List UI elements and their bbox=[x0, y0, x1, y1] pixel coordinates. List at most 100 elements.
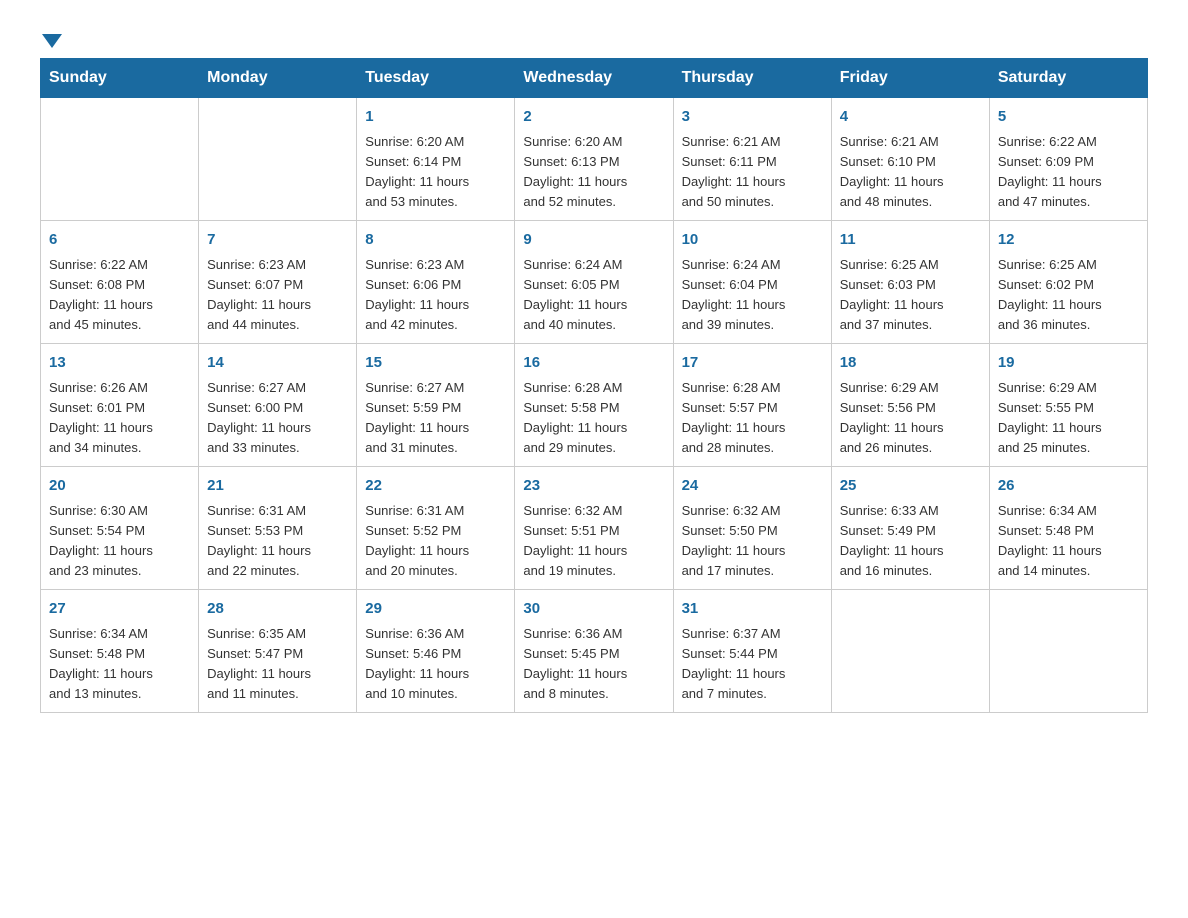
logo bbox=[40, 30, 62, 48]
calendar-cell: 20 Sunrise: 6:30 AM Sunset: 5:54 PM Dayli… bbox=[41, 467, 199, 590]
day-info: Sunrise: 6:34 AM Sunset: 5:48 PM Dayligh… bbox=[49, 624, 190, 705]
day-number: 20 bbox=[49, 475, 190, 498]
day-info: Sunrise: 6:30 AM Sunset: 5:54 PM Dayligh… bbox=[49, 501, 190, 582]
day-info: Sunrise: 6:22 AM Sunset: 6:09 PM Dayligh… bbox=[998, 132, 1139, 213]
day-number: 21 bbox=[207, 475, 348, 498]
day-info: Sunrise: 6:23 AM Sunset: 6:06 PM Dayligh… bbox=[365, 255, 506, 336]
day-info: Sunrise: 6:24 AM Sunset: 6:04 PM Dayligh… bbox=[682, 255, 823, 336]
weekday-header-wednesday: Wednesday bbox=[515, 59, 673, 98]
day-info: Sunrise: 6:24 AM Sunset: 6:05 PM Dayligh… bbox=[523, 255, 664, 336]
calendar-cell: 12 Sunrise: 6:25 AM Sunset: 6:02 PM Dayli… bbox=[989, 221, 1147, 344]
day-number: 25 bbox=[840, 475, 981, 498]
calendar-week-3: 13 Sunrise: 6:26 AM Sunset: 6:01 PM Dayli… bbox=[41, 344, 1148, 467]
calendar-cell: 3Sunrise: 6:21 AM Sunset: 6:11 PM Daylig… bbox=[673, 98, 831, 221]
calendar-cell: 30 Sunrise: 6:36 AM Sunset: 5:45 PM Dayli… bbox=[515, 590, 673, 713]
day-number: 30 bbox=[523, 598, 664, 621]
day-info: Sunrise: 6:25 AM Sunset: 6:03 PM Dayligh… bbox=[840, 255, 981, 336]
calendar-cell: 5 Sunrise: 6:22 AM Sunset: 6:09 PM Daylig… bbox=[989, 98, 1147, 221]
day-info: Sunrise: 6:20 AM Sunset: 6:13 PM Dayligh… bbox=[523, 132, 664, 213]
day-number: 7 bbox=[207, 229, 348, 252]
day-number: 4 bbox=[840, 106, 981, 129]
day-number: 5 bbox=[998, 106, 1139, 129]
day-info: Sunrise: 6:32 AM Sunset: 5:51 PM Dayligh… bbox=[523, 501, 664, 582]
day-number: 9 bbox=[523, 229, 664, 252]
weekday-header-tuesday: Tuesday bbox=[357, 59, 515, 98]
calendar-cell: 18Sunrise: 6:29 AM Sunset: 5:56 PM Dayli… bbox=[831, 344, 989, 467]
day-info: Sunrise: 6:28 AM Sunset: 5:57 PM Dayligh… bbox=[682, 378, 823, 459]
weekday-header-friday: Friday bbox=[831, 59, 989, 98]
day-number: 23 bbox=[523, 475, 664, 498]
day-info: Sunrise: 6:27 AM Sunset: 5:59 PM Dayligh… bbox=[365, 378, 506, 459]
calendar-cell: 11 Sunrise: 6:25 AM Sunset: 6:03 PM Dayli… bbox=[831, 221, 989, 344]
calendar-cell: 23 Sunrise: 6:32 AM Sunset: 5:51 PM Dayli… bbox=[515, 467, 673, 590]
calendar-cell: 26Sunrise: 6:34 AM Sunset: 5:48 PM Dayli… bbox=[989, 467, 1147, 590]
calendar-week-1: 1 Sunrise: 6:20 AM Sunset: 6:14 PM Daylig… bbox=[41, 98, 1148, 221]
day-number: 19 bbox=[998, 352, 1139, 375]
calendar-cell: 15 Sunrise: 6:27 AM Sunset: 5:59 PM Dayli… bbox=[357, 344, 515, 467]
calendar-cell: 31 Sunrise: 6:37 AM Sunset: 5:44 PM Dayli… bbox=[673, 590, 831, 713]
calendar-week-5: 27Sunrise: 6:34 AM Sunset: 5:48 PM Dayli… bbox=[41, 590, 1148, 713]
day-number: 1 bbox=[365, 106, 506, 129]
calendar-cell: 1 Sunrise: 6:20 AM Sunset: 6:14 PM Daylig… bbox=[357, 98, 515, 221]
day-info: Sunrise: 6:34 AM Sunset: 5:48 PM Dayligh… bbox=[998, 501, 1139, 582]
day-number: 6 bbox=[49, 229, 190, 252]
calendar-table: SundayMondayTuesdayWednesdayThursdayFrid… bbox=[40, 58, 1148, 713]
day-number: 10 bbox=[682, 229, 823, 252]
day-info: Sunrise: 6:26 AM Sunset: 6:01 PM Dayligh… bbox=[49, 378, 190, 459]
calendar-cell: 9 Sunrise: 6:24 AM Sunset: 6:05 PM Daylig… bbox=[515, 221, 673, 344]
calendar-cell bbox=[989, 590, 1147, 713]
day-info: Sunrise: 6:22 AM Sunset: 6:08 PM Dayligh… bbox=[49, 255, 190, 336]
calendar-week-4: 20 Sunrise: 6:30 AM Sunset: 5:54 PM Dayli… bbox=[41, 467, 1148, 590]
calendar-week-2: 6 Sunrise: 6:22 AM Sunset: 6:08 PM Daylig… bbox=[41, 221, 1148, 344]
calendar-cell: 24 Sunrise: 6:32 AM Sunset: 5:50 PM Dayli… bbox=[673, 467, 831, 590]
day-info: Sunrise: 6:31 AM Sunset: 5:52 PM Dayligh… bbox=[365, 501, 506, 582]
day-number: 13 bbox=[49, 352, 190, 375]
calendar-cell: 6 Sunrise: 6:22 AM Sunset: 6:08 PM Daylig… bbox=[41, 221, 199, 344]
day-info: Sunrise: 6:21 AM Sunset: 6:10 PM Dayligh… bbox=[840, 132, 981, 213]
day-number: 31 bbox=[682, 598, 823, 621]
day-number: 11 bbox=[840, 229, 981, 252]
calendar-cell: 14 Sunrise: 6:27 AM Sunset: 6:00 PM Dayli… bbox=[199, 344, 357, 467]
day-info: Sunrise: 6:37 AM Sunset: 5:44 PM Dayligh… bbox=[682, 624, 823, 705]
day-info: Sunrise: 6:36 AM Sunset: 5:45 PM Dayligh… bbox=[523, 624, 664, 705]
calendar-cell: 8 Sunrise: 6:23 AM Sunset: 6:06 PM Daylig… bbox=[357, 221, 515, 344]
day-number: 17 bbox=[682, 352, 823, 375]
calendar-cell: 16 Sunrise: 6:28 AM Sunset: 5:58 PM Dayli… bbox=[515, 344, 673, 467]
day-number: 2 bbox=[523, 106, 664, 129]
day-number: 29 bbox=[365, 598, 506, 621]
day-info: Sunrise: 6:29 AM Sunset: 5:56 PM Dayligh… bbox=[840, 378, 981, 459]
calendar-cell: 21 Sunrise: 6:31 AM Sunset: 5:53 PM Dayli… bbox=[199, 467, 357, 590]
day-number: 12 bbox=[998, 229, 1139, 252]
day-number: 3 bbox=[682, 106, 823, 129]
weekday-header-monday: Monday bbox=[199, 59, 357, 98]
calendar-cell: 27Sunrise: 6:34 AM Sunset: 5:48 PM Dayli… bbox=[41, 590, 199, 713]
day-info: Sunrise: 6:27 AM Sunset: 6:00 PM Dayligh… bbox=[207, 378, 348, 459]
day-info: Sunrise: 6:31 AM Sunset: 5:53 PM Dayligh… bbox=[207, 501, 348, 582]
calendar-cell: 25 Sunrise: 6:33 AM Sunset: 5:49 PM Dayli… bbox=[831, 467, 989, 590]
calendar-cell: 19 Sunrise: 6:29 AM Sunset: 5:55 PM Dayli… bbox=[989, 344, 1147, 467]
day-info: Sunrise: 6:20 AM Sunset: 6:14 PM Dayligh… bbox=[365, 132, 506, 213]
calendar-cell bbox=[831, 590, 989, 713]
day-info: Sunrise: 6:32 AM Sunset: 5:50 PM Dayligh… bbox=[682, 501, 823, 582]
weekday-header-sunday: Sunday bbox=[41, 59, 199, 98]
calendar-cell: 22 Sunrise: 6:31 AM Sunset: 5:52 PM Dayli… bbox=[357, 467, 515, 590]
calendar-cell bbox=[41, 98, 199, 221]
header bbox=[40, 30, 1148, 48]
day-info: Sunrise: 6:28 AM Sunset: 5:58 PM Dayligh… bbox=[523, 378, 664, 459]
day-number: 16 bbox=[523, 352, 664, 375]
day-number: 22 bbox=[365, 475, 506, 498]
day-info: Sunrise: 6:36 AM Sunset: 5:46 PM Dayligh… bbox=[365, 624, 506, 705]
day-info: Sunrise: 6:29 AM Sunset: 5:55 PM Dayligh… bbox=[998, 378, 1139, 459]
day-number: 28 bbox=[207, 598, 348, 621]
day-number: 8 bbox=[365, 229, 506, 252]
calendar-cell: 2 Sunrise: 6:20 AM Sunset: 6:13 PM Daylig… bbox=[515, 98, 673, 221]
day-number: 15 bbox=[365, 352, 506, 375]
day-number: 14 bbox=[207, 352, 348, 375]
calendar-cell: 29 Sunrise: 6:36 AM Sunset: 5:46 PM Dayli… bbox=[357, 590, 515, 713]
calendar-cell bbox=[199, 98, 357, 221]
day-info: Sunrise: 6:25 AM Sunset: 6:02 PM Dayligh… bbox=[998, 255, 1139, 336]
day-info: Sunrise: 6:33 AM Sunset: 5:49 PM Dayligh… bbox=[840, 501, 981, 582]
day-number: 24 bbox=[682, 475, 823, 498]
day-info: Sunrise: 6:35 AM Sunset: 5:47 PM Dayligh… bbox=[207, 624, 348, 705]
day-info: Sunrise: 6:23 AM Sunset: 6:07 PM Dayligh… bbox=[207, 255, 348, 336]
